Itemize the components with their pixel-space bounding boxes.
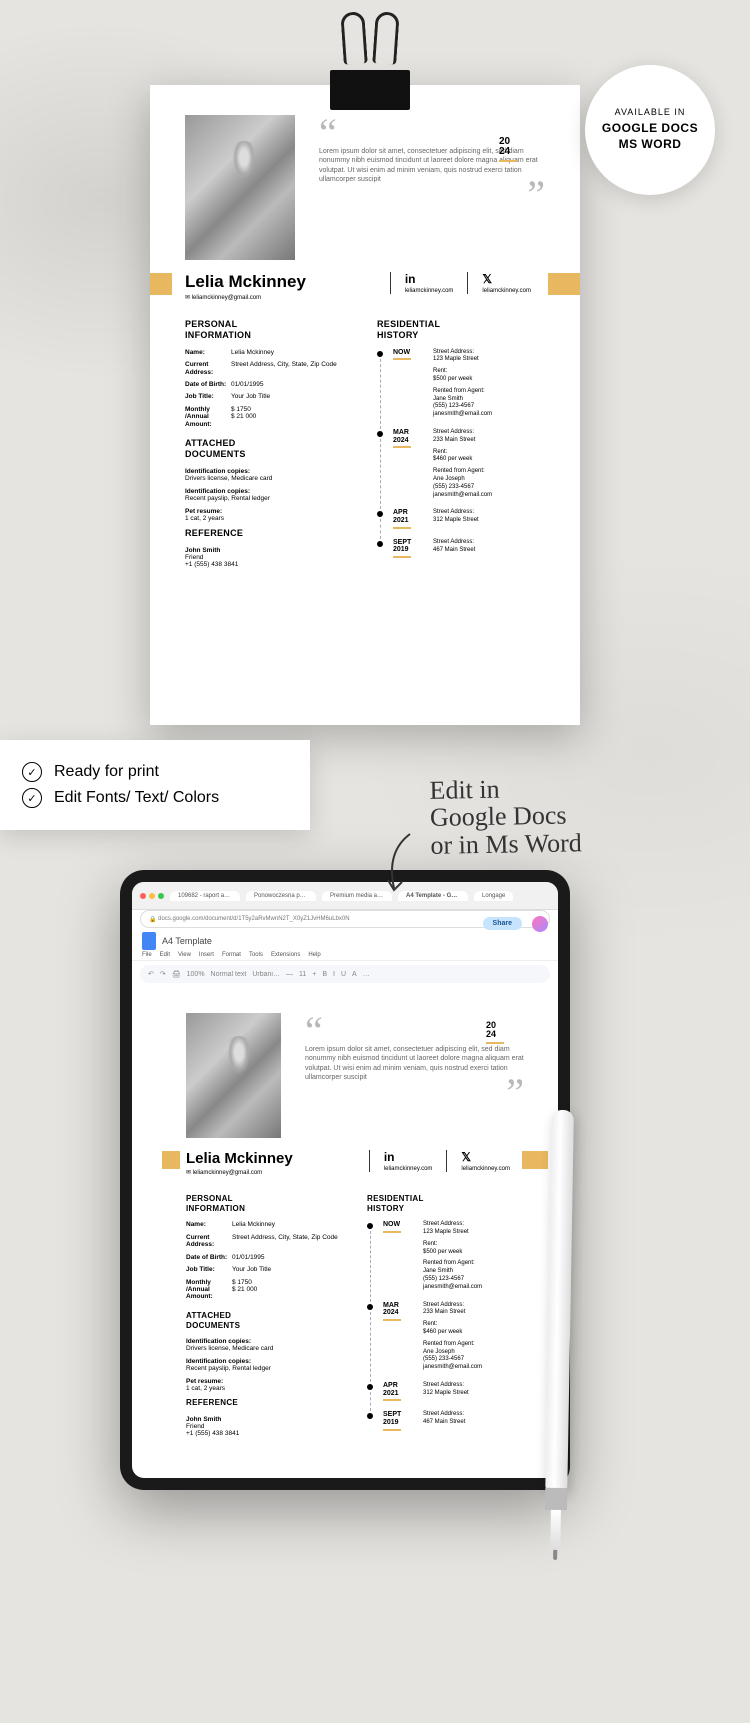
toolbar-item[interactable]: 🖨 — [172, 970, 181, 978]
twitter-block: 𝕏leliamckinney.com — [467, 272, 545, 294]
toolbar-item[interactable]: U — [341, 971, 346, 978]
toolbar-item[interactable]: — — [286, 971, 293, 978]
year-badge: 2024 — [499, 137, 517, 162]
residential-heading: RESIDENTIALHISTORY — [367, 1194, 524, 1213]
features-box: ✓ Ready for print ✓ Edit Fonts/ Text/ Co… — [0, 740, 310, 830]
docs-menu[interactable]: File Edit View Insert Format Tools Extensions H… — [142, 952, 548, 958]
timeline-dot — [367, 1413, 373, 1419]
timeline-dot — [377, 511, 383, 517]
profile-photo — [185, 115, 295, 260]
check-icon: ✓ — [22, 788, 42, 808]
menu-item[interactable]: View — [178, 952, 191, 958]
docs-toolbar[interactable]: ↶ ↷ 🖨 100% Normal text Urbani… — 11 + BIUA … — [140, 965, 550, 983]
twitter-icon: 𝕏 — [482, 272, 531, 286]
toolbar-item[interactable]: Normal text — [211, 971, 247, 978]
attached-heading: ATTACHEDDOCUMENTS — [186, 1311, 343, 1330]
badge-line2: GOOGLE DOCS — [602, 121, 698, 137]
twitter-block: 𝕏leliamckinney.com — [446, 1150, 524, 1172]
email-text: ✉ leliamckinney@gmail.com — [185, 294, 306, 301]
doc-title[interactable]: A4 Template — [162, 936, 212, 946]
twitter-icon: 𝕏 — [461, 1150, 510, 1164]
toolbar-item[interactable]: ↶ — [148, 970, 154, 978]
menu-item[interactable]: Format — [222, 952, 241, 958]
handwritten-note: Edit in Google Docs or in Ms Word — [429, 773, 650, 859]
linkedin-block: inleliamckinney.com — [369, 1150, 447, 1172]
resume-page-tablet: 2024 “ Lorem ipsum dolor sit amet, conse… — [162, 995, 548, 1478]
quote-close-icon: ” — [305, 1087, 524, 1099]
toolbar-item[interactable]: ↷ — [160, 970, 166, 978]
tablet-screen: 109682 - raport automa… Ponowoczesna pol… — [132, 882, 558, 1478]
personal-heading: PERSONALINFORMATION — [185, 319, 353, 341]
bio-text: Lorem ipsum dolor sit amet, consectetuer… — [305, 1045, 524, 1083]
docs-logo-icon — [142, 932, 156, 950]
browser-tab-bar[interactable]: 109682 - raport automa… Ponowoczesna pol… — [132, 882, 558, 910]
toolbar-item[interactable]: … — [363, 971, 370, 978]
tablet-device: 109682 - raport automa… Ponowoczesna pol… — [120, 870, 570, 1490]
traffic-dots — [140, 893, 164, 899]
year-badge: 2024 — [486, 1021, 504, 1044]
toolbar-item[interactable]: + — [312, 971, 316, 978]
toolbar-item[interactable]: A — [352, 971, 357, 978]
timeline-dot — [377, 541, 383, 547]
menu-item[interactable]: File — [142, 952, 152, 958]
linkedin-icon: in — [384, 1150, 433, 1164]
feature-edit: ✓ Edit Fonts/ Text/ Colors — [22, 788, 288, 808]
browser-tab[interactable]: 109682 - raport automa… — [170, 891, 240, 901]
accent-block — [162, 1151, 180, 1169]
feature-print: ✓ Ready for print — [22, 762, 288, 782]
share-button[interactable]: Share — [483, 917, 522, 930]
docs-header: A4 Template File Edit View Insert Format Tool… — [132, 928, 558, 961]
availability-badge: AVAILABLE IN GOOGLE DOCS MS WORD — [585, 65, 715, 195]
badge-line3: MS WORD — [619, 137, 682, 153]
timeline-dot — [367, 1384, 373, 1390]
quote-close-icon: ” — [319, 189, 545, 201]
reference-heading: REFERENCE — [185, 528, 353, 539]
resume-page: 2024 “ Lorem ipsum dolor sit amet, conse… — [150, 85, 580, 725]
menu-item[interactable]: Help — [308, 952, 320, 958]
menu-item[interactable]: Extensions — [271, 952, 300, 958]
linkedin-block: inleliamckinney.com — [390, 272, 468, 294]
accent-block — [522, 1151, 548, 1169]
accent-block — [548, 273, 580, 295]
badge-line1: AVAILABLE IN — [615, 107, 686, 117]
toolbar-item[interactable]: 11 — [299, 971, 306, 978]
browser-tab[interactable]: Ponowoczesna polszczyzna… — [246, 891, 316, 901]
timeline-dot — [377, 351, 383, 357]
menu-item[interactable]: Edit — [160, 952, 170, 958]
reference-heading: REFERENCE — [186, 1398, 343, 1408]
linkedin-icon: in — [405, 272, 454, 286]
toolbar-item[interactable]: 100% — [187, 971, 205, 978]
accent-block — [150, 273, 172, 295]
menu-item[interactable]: Tools — [249, 952, 263, 958]
email-text: ✉ leliamckinney@gmail.com — [186, 1169, 293, 1176]
personal-heading: PERSONALINFORMATION — [186, 1194, 343, 1213]
arrow-icon — [380, 832, 420, 892]
attached-heading: ATTACHEDDOCUMENTS — [185, 438, 353, 460]
profile-photo — [186, 1013, 281, 1138]
toolbar-item[interactable]: I — [333, 971, 335, 978]
toolbar-item[interactable]: B — [322, 971, 327, 978]
person-name: Lelia Mckinney — [186, 1150, 293, 1167]
toolbar-item[interactable]: Urbani… — [252, 971, 280, 978]
menu-item[interactable]: Insert — [199, 952, 214, 958]
residential-heading: RESIDENTIALHISTORY — [377, 319, 545, 341]
binder-clip — [330, 40, 410, 140]
docs-canvas[interactable]: 2024 “ Lorem ipsum dolor sit amet, conse… — [132, 987, 558, 1478]
check-icon: ✓ — [22, 762, 42, 782]
browser-tab[interactable]: Longage — [474, 891, 513, 901]
timeline-dot — [377, 431, 383, 437]
user-avatar[interactable] — [532, 916, 548, 932]
person-name: Lelia Mckinney — [185, 272, 306, 292]
timeline-dot — [367, 1223, 373, 1229]
timeline-dot — [367, 1304, 373, 1310]
